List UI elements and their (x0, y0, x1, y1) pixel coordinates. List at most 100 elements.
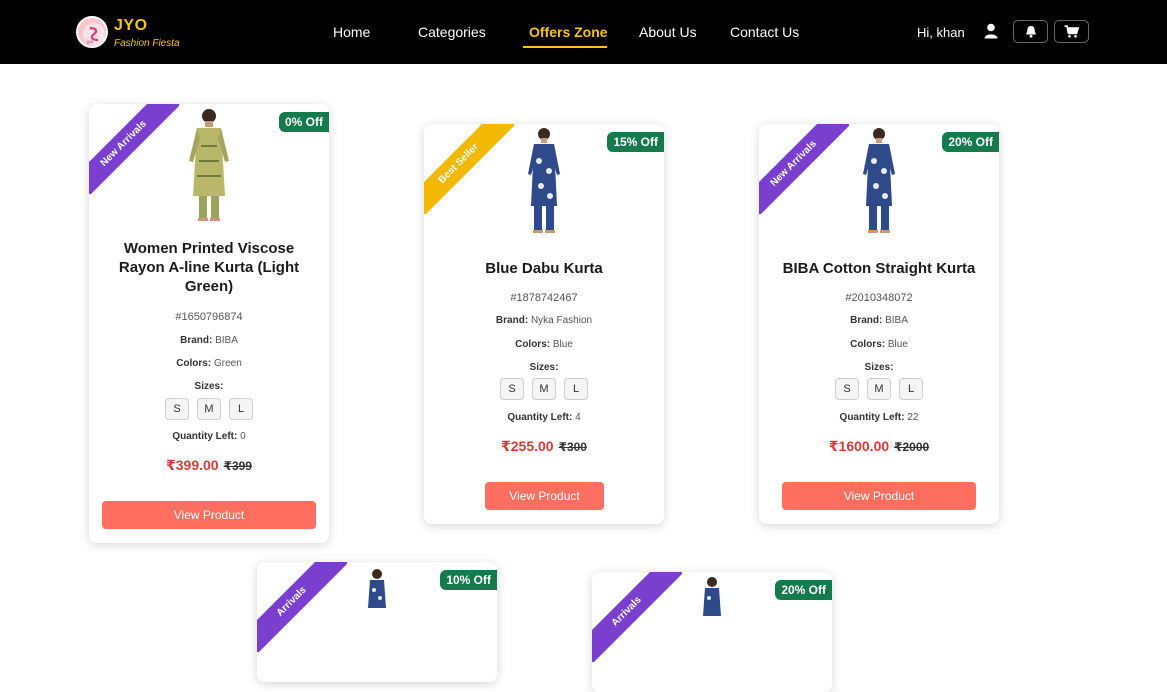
brand-label: Brand: (850, 315, 883, 326)
size-option-m[interactable]: M (532, 378, 556, 400)
ribbon-badge: Arrivals (592, 572, 682, 662)
colors-label: Colors: (176, 358, 212, 369)
brand-label: Brand: (495, 315, 529, 326)
size-options: S M L (89, 398, 329, 420)
product-card: Arrivals 20% Off (592, 572, 832, 692)
notifications-button[interactable] (1013, 20, 1048, 43)
size-options: S M L (424, 378, 664, 400)
product-title: BIBA Cotton Straight Kurta (782, 260, 976, 277)
discount-badge: 15% Off (607, 132, 664, 152)
product-card: New Arrivals 20% Off BIBA Cotton Straigh… (759, 124, 999, 524)
quantity-value: 0 (240, 431, 246, 442)
nav-offers-zone[interactable]: Offers Zone (529, 24, 608, 40)
product-card: Arrivals 10% Off (257, 562, 497, 682)
view-product-button[interactable]: View Product (485, 482, 604, 510)
product-sku: #1650796874 (175, 311, 243, 323)
active-nav-underline (523, 46, 607, 48)
price-row: ₹255.00 ₹300 (424, 438, 664, 456)
size-options: S M L (759, 378, 999, 400)
product-card: Best Seller 15% Off Blue Dabu Kurta #187… (424, 124, 664, 524)
product-sku: #1878742467 (510, 292, 578, 304)
nav-contact-us[interactable]: Contact Us (730, 24, 799, 40)
product-colors: Colors: Blue (759, 339, 999, 350)
discount-badge: 20% Off (942, 132, 999, 152)
sizes-heading: Sizes: (424, 362, 664, 373)
price: ₹1600.00 (828, 438, 890, 454)
product-colors: Colors: Blue (424, 339, 664, 350)
product-title: Blue Dabu Kurta (485, 260, 603, 277)
quantity-value: 22 (907, 412, 919, 423)
user-icon[interactable] (984, 23, 998, 44)
ribbon-badge: New Arrivals (759, 124, 849, 214)
product-image[interactable] (854, 126, 904, 238)
product-image[interactable] (697, 576, 727, 616)
size-option-l[interactable]: L (229, 398, 253, 420)
product-quantity: Quantity Left: 0 (89, 431, 329, 442)
ribbon-badge: Arrivals (257, 562, 347, 652)
discount-badge: 0% Off (278, 112, 329, 132)
product-sku: #2010348072 (845, 292, 913, 304)
logo-icon: jyo (83, 23, 105, 45)
brand-name: JYO (114, 17, 148, 34)
product-image[interactable] (179, 106, 239, 226)
price-row: ₹1600.00 ₹2000 (759, 438, 999, 456)
quantity-label: Quantity Left: (839, 412, 905, 423)
ribbon-badge: Best Seller (424, 124, 514, 214)
product-colors: Colors: Green (89, 358, 329, 369)
colors-value: Green (213, 358, 242, 369)
brand-value: Nyka Fashion (530, 315, 593, 326)
brand-tagline: Fashion Fiesta (114, 38, 180, 49)
old-price: ₹300 (558, 440, 587, 454)
top-navbar: jyo JYO Fashion Fiesta Home Categories O… (0, 0, 1167, 64)
colors-label: Colors: (850, 339, 886, 350)
discount-badge: 10% Off (440, 570, 497, 590)
size-option-s[interactable]: S (165, 398, 189, 420)
quantity-label: Quantity Left: (172, 431, 238, 442)
svg-text:jyo: jyo (86, 39, 93, 44)
product-brand: Brand: Nyka Fashion (424, 315, 664, 326)
colors-value: Blue (887, 339, 908, 350)
bell-icon (1025, 26, 1036, 38)
quantity-value: 4 (575, 412, 581, 423)
product-brand: Brand: BIBA (759, 315, 999, 326)
colors-value: Blue (552, 339, 573, 350)
sizes-label: Sizes: (529, 362, 559, 373)
product-image[interactable] (362, 568, 392, 608)
brand-logo[interactable]: jyo (76, 16, 108, 48)
old-price: ₹399 (223, 459, 252, 473)
nav-home[interactable]: Home (333, 24, 370, 40)
price-row: ₹399.00 ₹399 (89, 457, 329, 475)
product-quantity: Quantity Left: 4 (424, 412, 664, 423)
brand-value: BIBA (215, 335, 238, 346)
product-title: Women Printed Viscose Rayon A-line Kurta… (118, 240, 300, 295)
user-greeting: Hi, khan (917, 25, 965, 40)
product-brand: Brand: BIBA (89, 335, 329, 346)
discount-badge: 20% Off (775, 580, 832, 600)
nav-categories[interactable]: Categories (418, 24, 486, 40)
size-option-l[interactable]: L (899, 378, 923, 400)
colors-label: Colors: (515, 339, 551, 350)
brand-label: Brand: (180, 335, 213, 346)
sizes-label: Sizes: (194, 381, 224, 392)
size-option-s[interactable]: S (500, 378, 524, 400)
quantity-label: Quantity Left: (507, 412, 573, 423)
product-card: New Arrivals 0% Off Women Printed Viscos… (89, 104, 329, 543)
size-option-m[interactable]: M (197, 398, 221, 420)
sizes-label: Sizes: (864, 362, 894, 373)
product-image[interactable] (519, 126, 569, 238)
size-option-s[interactable]: S (835, 378, 859, 400)
sizes-heading: Sizes: (759, 362, 999, 373)
brand-value: BIBA (885, 315, 908, 326)
view-product-button[interactable]: View Product (782, 482, 976, 510)
old-price: ₹2000 (894, 440, 930, 454)
nav-about-us[interactable]: About Us (639, 24, 697, 40)
view-product-button[interactable]: View Product (102, 501, 316, 529)
price: ₹399.00 (166, 457, 219, 473)
size-option-m[interactable]: M (867, 378, 891, 400)
product-quantity: Quantity Left: 22 (759, 412, 999, 423)
cart-icon (1064, 25, 1079, 38)
size-option-l[interactable]: L (564, 378, 588, 400)
ribbon-badge: New Arrivals (89, 104, 179, 194)
sizes-heading: Sizes: (89, 381, 329, 392)
cart-button[interactable] (1054, 20, 1089, 43)
